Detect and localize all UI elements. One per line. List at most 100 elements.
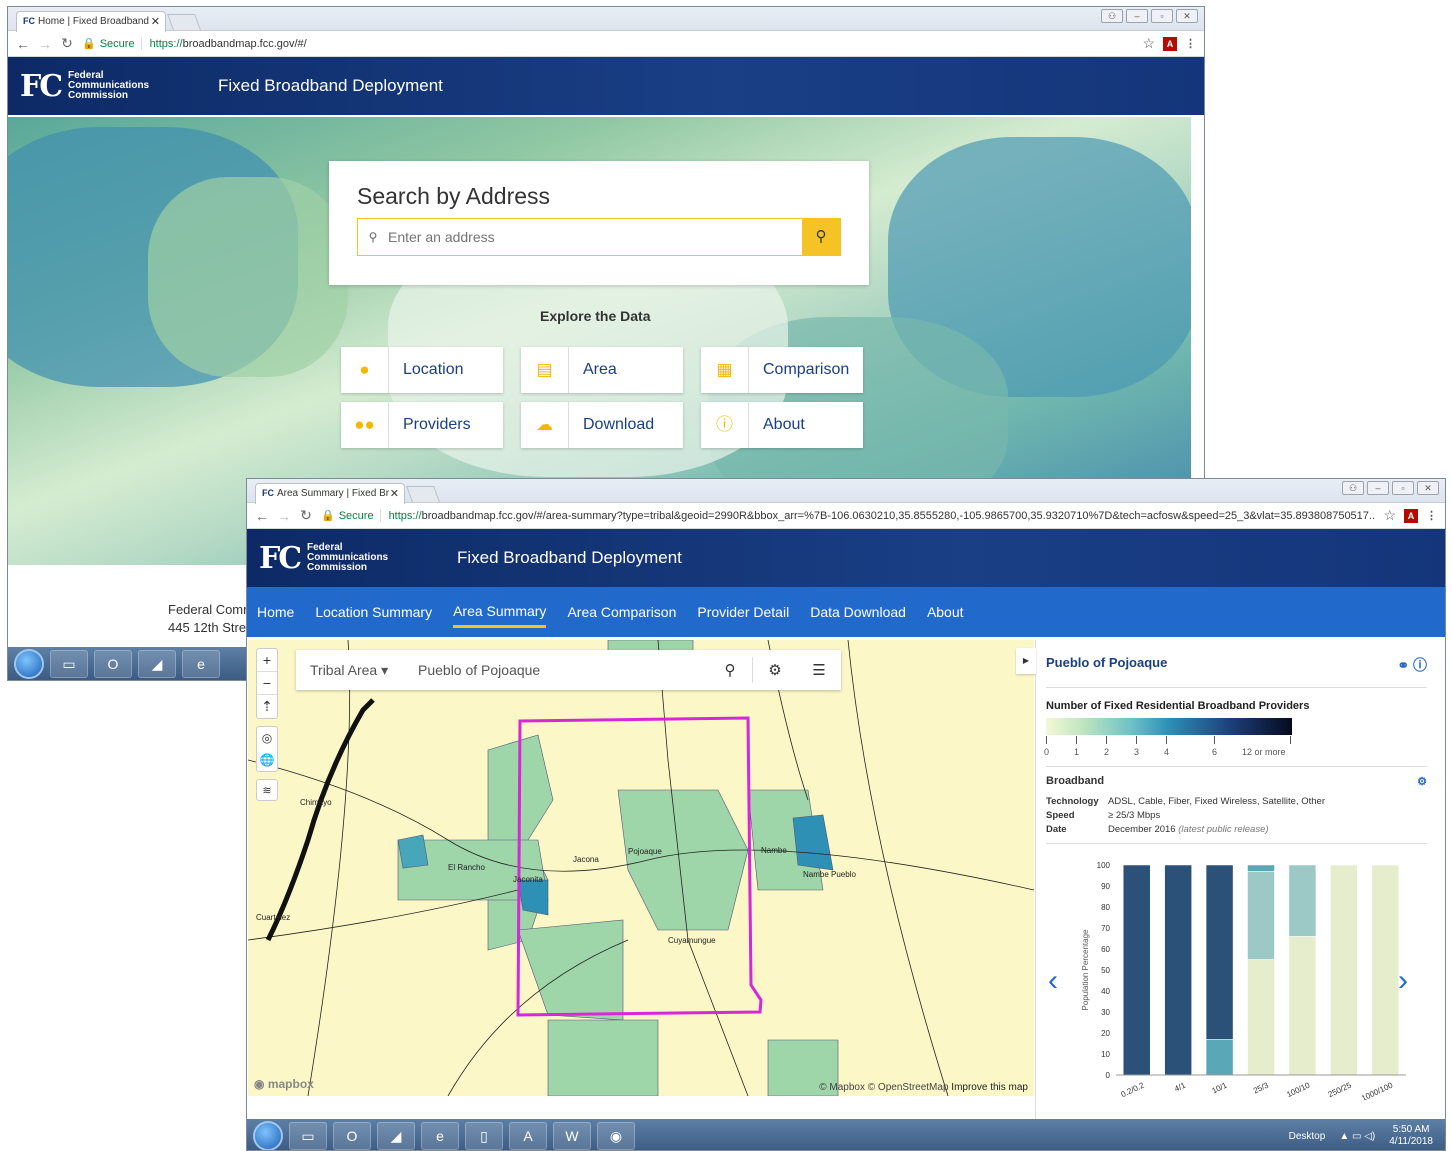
menu-icon[interactable]: ⋮: [1426, 509, 1437, 522]
pdf-extension-icon[interactable]: A: [1163, 36, 1177, 51]
address-input[interactable]: [388, 219, 802, 255]
chevron-right-icon[interactable]: ›: [1398, 964, 1408, 998]
legend-label: 2: [1104, 747, 1110, 757]
info-icon[interactable]: ⓘ: [1413, 657, 1427, 673]
reload-icon[interactable]: ↻: [60, 35, 74, 52]
download-button[interactable]: ☁ Download: [521, 402, 683, 448]
outlook-icon[interactable]: O: [94, 650, 132, 678]
start-button[interactable]: [14, 649, 44, 679]
bookmark-star-icon[interactable]: ☆: [1142, 35, 1155, 52]
back-icon[interactable]: ←: [255, 508, 269, 524]
area-type-dropdown[interactable]: Tribal Area ▾: [296, 662, 418, 679]
fcc-logo[interactable]: FC: [259, 541, 303, 576]
document-icon[interactable]: ▯: [465, 1122, 503, 1150]
nav-home[interactable]: Home: [257, 598, 294, 626]
browser-tab-home[interactable]: FC Home | Fixed Broadband ✕: [16, 11, 166, 32]
sliders-icon[interactable]: ☰: [797, 661, 841, 679]
new-tab-button[interactable]: [406, 486, 440, 502]
close-window-button[interactable]: ✕: [1417, 481, 1439, 495]
new-tab-button[interactable]: [167, 14, 201, 30]
link-icon[interactable]: ⚭: [1397, 657, 1409, 673]
forward-icon[interactable]: →: [38, 36, 52, 52]
explorer-icon[interactable]: ▭: [50, 650, 88, 678]
search-button[interactable]: ⚲: [802, 219, 840, 255]
agency-line: Commission: [68, 90, 129, 101]
maximize-button[interactable]: ▫: [1392, 481, 1414, 495]
secure-badge[interactable]: 🔒 Secure: [82, 37, 142, 50]
word-icon[interactable]: W: [553, 1122, 591, 1150]
desktop-toolbar[interactable]: Desktop: [1289, 1131, 1326, 1142]
outlook-icon[interactable]: O: [333, 1122, 371, 1150]
tray-icons[interactable]: ▲ ▭ ◁): [1339, 1131, 1375, 1142]
start-button[interactable]: [253, 1121, 283, 1150]
close-tab-icon[interactable]: ✕: [151, 15, 160, 28]
taskbar: ▭ O ◢ e ▯ A W ◉ Desktop ▲ ▭ ◁) 5:50 AM 4/11/2018: [247, 1119, 1445, 1150]
button-label: Comparison: [763, 361, 850, 378]
url-field[interactable]: https://broadbandmap.fcc.gov/#/area-summ…: [389, 510, 1376, 522]
layers-icon[interactable]: ≋: [256, 779, 278, 801]
button-label: Area: [583, 361, 617, 378]
browser-tab-area-summary[interactable]: FC Area Summary | Fixed Br ✕: [255, 483, 405, 504]
geolocate-icon[interactable]: ◎: [257, 727, 277, 749]
nav-provider-detail[interactable]: Provider Detail: [697, 598, 789, 626]
user-icon[interactable]: ⚇: [1342, 481, 1364, 495]
improve-map-link[interactable]: Improve this map: [951, 1082, 1028, 1093]
search-icon[interactable]: ⚲: [708, 661, 752, 679]
compass-icon[interactable]: ⇡: [257, 695, 277, 718]
fcc-logo[interactable]: FC: [20, 69, 64, 104]
zoom-in-button[interactable]: +: [257, 649, 277, 672]
area-map[interactable]: Pojoaque Jacona El Rancho Jaconita Nambe…: [248, 640, 1034, 1096]
panel-toggle-icon[interactable]: ▶: [1016, 648, 1036, 674]
close-window-button[interactable]: ✕: [1176, 9, 1198, 23]
nav-area-comparison[interactable]: Area Comparison: [567, 598, 676, 626]
area-button[interactable]: ▤ Area: [521, 347, 683, 393]
maximize-button[interactable]: ▫: [1151, 9, 1173, 23]
app-icon[interactable]: ◢: [138, 650, 176, 678]
globe-icon[interactable]: 🌐: [257, 749, 277, 771]
nav-location-summary[interactable]: Location Summary: [315, 598, 432, 626]
bookmark-star-icon[interactable]: ☆: [1383, 507, 1396, 524]
about-button[interactable]: ⓘ About: [701, 402, 863, 448]
agency-name: Federal Communications Commission: [68, 71, 198, 101]
gear-icon[interactable]: ⚙: [1417, 775, 1427, 788]
clock[interactable]: 5:50 AM 4/11/2018: [1389, 1124, 1433, 1148]
gear-icon[interactable]: ⚙: [753, 661, 797, 679]
minimize-button[interactable]: –: [1126, 9, 1148, 23]
secure-badge[interactable]: 🔒 Secure: [321, 509, 381, 522]
ie-icon[interactable]: e: [421, 1122, 459, 1150]
user-icon[interactable]: ⚇: [1101, 9, 1123, 23]
nav-data-download[interactable]: Data Download: [810, 598, 906, 626]
app-icon[interactable]: ◢: [377, 1122, 415, 1150]
site-title[interactable]: Fixed Broadband Deployment: [218, 76, 443, 96]
url-field[interactable]: https://broadbandmap.fcc.gov/#/: [150, 38, 1135, 50]
reload-icon[interactable]: ↻: [299, 507, 313, 524]
mapbox-logo[interactable]: ◉ mapbox: [254, 1077, 314, 1091]
y-tick-label: 40: [1101, 987, 1110, 996]
pdf-extension-icon[interactable]: A: [1404, 508, 1418, 523]
explorer-icon[interactable]: ▭: [289, 1122, 327, 1150]
acrobat-icon[interactable]: A: [509, 1122, 547, 1150]
chrome-icon[interactable]: ◉: [597, 1122, 635, 1150]
chevron-left-icon[interactable]: ‹: [1048, 964, 1058, 998]
bar-segment: [1247, 864, 1275, 872]
zoom-out-button[interactable]: −: [257, 672, 277, 695]
x-tick-label: 0.2/0.2: [1120, 1080, 1146, 1099]
nav-area-summary[interactable]: Area Summary: [453, 597, 547, 628]
summary-panel: ▶ Pueblo of Pojoaque ⚭ ⓘ Number of Fixed …: [1016, 640, 1437, 1120]
area-name-input[interactable]: Pueblo of Pojoaque: [418, 662, 708, 678]
ie-icon[interactable]: e: [182, 650, 220, 678]
nav-about[interactable]: About: [927, 598, 964, 626]
close-tab-icon[interactable]: ✕: [390, 487, 399, 500]
back-icon[interactable]: ←: [16, 36, 30, 52]
providers-button[interactable]: ●● Providers: [341, 402, 503, 448]
minimize-button[interactable]: –: [1367, 481, 1389, 495]
forward-icon[interactable]: →: [277, 508, 291, 524]
users-icon: ●●: [341, 402, 389, 448]
comparison-button[interactable]: ▦ Comparison: [701, 347, 863, 393]
site-title[interactable]: Fixed Broadband Deployment: [457, 548, 682, 568]
location-button[interactable]: ● Location: [341, 347, 503, 393]
x-tick-label: 100/10: [1285, 1080, 1311, 1099]
menu-icon[interactable]: ⋮: [1185, 37, 1196, 50]
secure-label: Secure: [99, 37, 135, 50]
attribution-text[interactable]: © Mapbox © OpenStreetMap: [819, 1082, 948, 1093]
